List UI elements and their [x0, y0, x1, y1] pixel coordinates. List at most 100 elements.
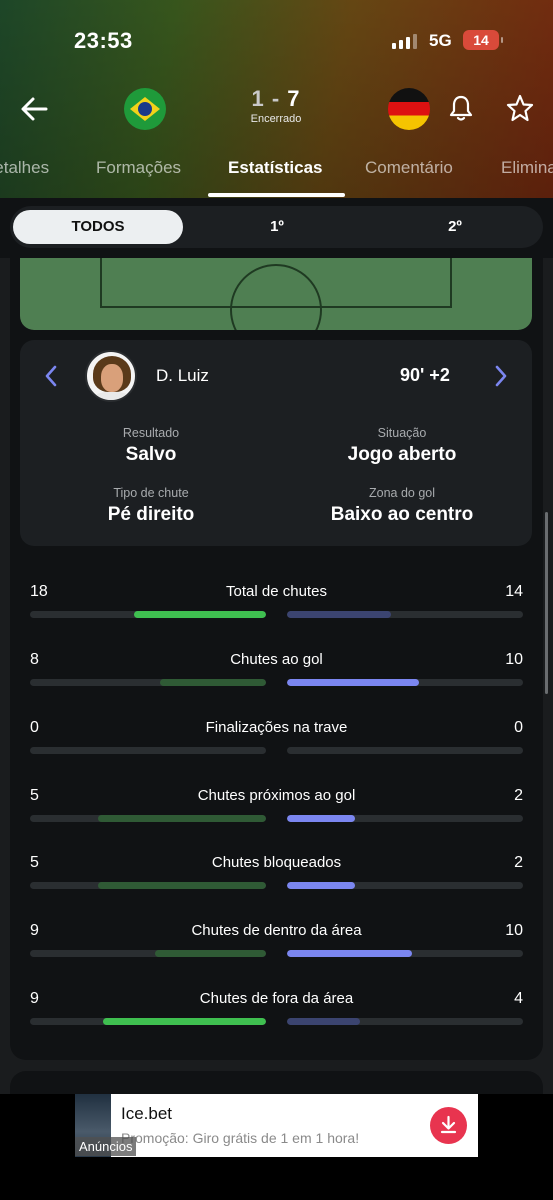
- shot-situation-label: Situação: [377, 426, 427, 440]
- player-avatar: [85, 350, 137, 402]
- stat-away-fill: [287, 815, 356, 822]
- match-bar: 1 - 7 Encerrado: [0, 86, 553, 132]
- stat-row: 18 Total de chutes 14: [30, 583, 523, 633]
- star-icon[interactable]: [506, 94, 534, 122]
- stat-away-bar: [287, 1018, 523, 1025]
- stat-away-value: 14: [505, 583, 523, 600]
- stat-name: Chutes de fora da área: [199, 990, 354, 1007]
- period-option-first-half[interactable]: 1º: [192, 210, 362, 244]
- stat-home-fill: [98, 882, 266, 889]
- tab-eliminatorias[interactable]: Eliminatórias: [501, 158, 553, 178]
- goal-zone: Zona do gol Baixo ao centro: [282, 486, 522, 526]
- chevron-left-icon[interactable]: [42, 364, 60, 388]
- back-arrow-icon[interactable]: [18, 94, 50, 124]
- shot-map-pitch: [20, 258, 532, 330]
- period-filter-bar: TODOS 1º 2º: [0, 198, 553, 258]
- tab-comentario[interactable]: Comentário: [365, 158, 453, 178]
- goal-zone-label: Zona do gol: [368, 486, 436, 500]
- tab-estatisticas[interactable]: Estatísticas: [228, 158, 323, 178]
- ad-title: Ice.bet: [121, 1104, 173, 1123]
- stat-home-bar: [30, 1018, 266, 1025]
- stat-away-fill: [287, 882, 356, 889]
- stat-away-fill: [287, 611, 391, 618]
- ad-label: Anúncios: [75, 1137, 137, 1156]
- stat-away-value: 0: [514, 719, 523, 736]
- clock: 23:53: [74, 28, 133, 53]
- stat-home-fill: [133, 611, 266, 618]
- stat-away-value: 10: [505, 651, 523, 668]
- stat-away-bar: [287, 747, 523, 754]
- stat-home-fill: [155, 950, 266, 957]
- stat-away-value: 2: [514, 787, 523, 804]
- scoreboard: 1 - 7 Encerrado: [226, 86, 326, 125]
- stat-away-value: 10: [505, 922, 523, 939]
- ad-banner[interactable]: Ice.bet Promoção: Giro grátis de 1 em 1 …: [75, 1094, 478, 1157]
- battery-icon: 14: [463, 30, 503, 50]
- stat-away-bar: [287, 611, 523, 618]
- shot-situation: Situação Jogo aberto: [282, 426, 522, 466]
- stat-away-bar: [287, 950, 523, 957]
- bell-icon[interactable]: [448, 94, 474, 122]
- home-score: 1: [251, 86, 265, 111]
- shot-situation-value: Jogo aberto: [347, 444, 457, 465]
- period-option-second-half[interactable]: 2º: [370, 210, 540, 244]
- match-status: Encerrado: [250, 113, 302, 125]
- stat-home-fill: [159, 679, 266, 686]
- stat-row: 9 Chutes de fora da área 4: [30, 990, 523, 1040]
- download-icon: [440, 1115, 457, 1134]
- ad-download-button[interactable]: [430, 1107, 467, 1144]
- tab-bar: Detalhes Formações Estatísticas Comentár…: [0, 148, 553, 198]
- stat-name: Total de chutes: [226, 583, 327, 600]
- match-header: 23:53 5G 14 1 - 7 Encerrado Detalhe: [0, 0, 553, 198]
- stat-row: 5 Chutes próximos ao gol 2: [30, 787, 523, 837]
- chevron-right-icon[interactable]: [492, 364, 510, 388]
- stat-home-bar: [30, 882, 266, 889]
- stat-home-bar: [30, 611, 266, 618]
- tab-detalhes[interactable]: Detalhes: [0, 158, 49, 178]
- tab-formacoes[interactable]: Formações: [96, 158, 181, 178]
- signal-icon: [392, 33, 417, 49]
- away-score: 7: [287, 86, 301, 111]
- stat-away-bar: [287, 815, 523, 822]
- shot-type-value: Pé direito: [107, 504, 195, 525]
- stat-name: Chutes bloqueados: [211, 854, 342, 871]
- shot-type: Tipo de chute Pé direito: [31, 486, 271, 526]
- stat-home-bar: [30, 747, 266, 754]
- period-option-all[interactable]: TODOS: [13, 210, 183, 244]
- stat-row: 5 Chutes bloqueados 2: [30, 854, 523, 904]
- stat-name: Chutes de dentro da área: [191, 922, 362, 939]
- stat-home-bar: [30, 950, 266, 957]
- stat-row: 8 Chutes ao gol 10: [30, 651, 523, 701]
- stat-home-bar: [30, 679, 266, 686]
- stat-away-fill: [287, 1018, 361, 1025]
- stat-name: Chutes próximos ao gol: [197, 787, 356, 804]
- shot-type-label: Tipo de chute: [113, 486, 189, 500]
- scrollbar[interactable]: [545, 512, 548, 694]
- period-segmented-control: TODOS 1º 2º: [10, 206, 543, 248]
- stat-home-bar: [30, 815, 266, 822]
- stat-home-fill: [98, 815, 266, 822]
- status-bar: 23:53 5G 14: [0, 26, 553, 56]
- stat-away-fill: [287, 950, 413, 957]
- stat-row: 9 Chutes de dentro da área 10: [30, 922, 523, 972]
- stat-away-bar: [287, 679, 523, 686]
- active-tab-indicator: [208, 193, 345, 197]
- shot-result: Resultado Salvo: [31, 426, 271, 466]
- network-type: 5G: [429, 31, 452, 50]
- stat-name: Chutes ao gol: [230, 651, 323, 668]
- stat-row: 0 Finalizações na trave 0: [30, 719, 523, 769]
- stat-away-value: 2: [514, 854, 523, 871]
- ad-description: Promoção: Giro grátis de 1 em 1 hora!: [121, 1130, 360, 1146]
- brazil-flag-icon[interactable]: [124, 88, 166, 130]
- stat-away-value: 4: [514, 990, 523, 1007]
- shot-result-label: Resultado: [122, 426, 180, 440]
- shot-detail-card: D. Luiz 90' +2 Resultado Salvo Situação …: [20, 340, 532, 546]
- player-name: D. Luiz: [156, 366, 209, 385]
- score-separator: -: [271, 86, 281, 111]
- stat-home-fill: [103, 1018, 266, 1025]
- shot-minute: 90' +2: [400, 365, 450, 385]
- shot-result-value: Salvo: [125, 444, 177, 465]
- stat-away-bar: [287, 882, 523, 889]
- germany-flag-icon[interactable]: [388, 88, 430, 130]
- stat-name: Finalizações na trave: [205, 719, 348, 736]
